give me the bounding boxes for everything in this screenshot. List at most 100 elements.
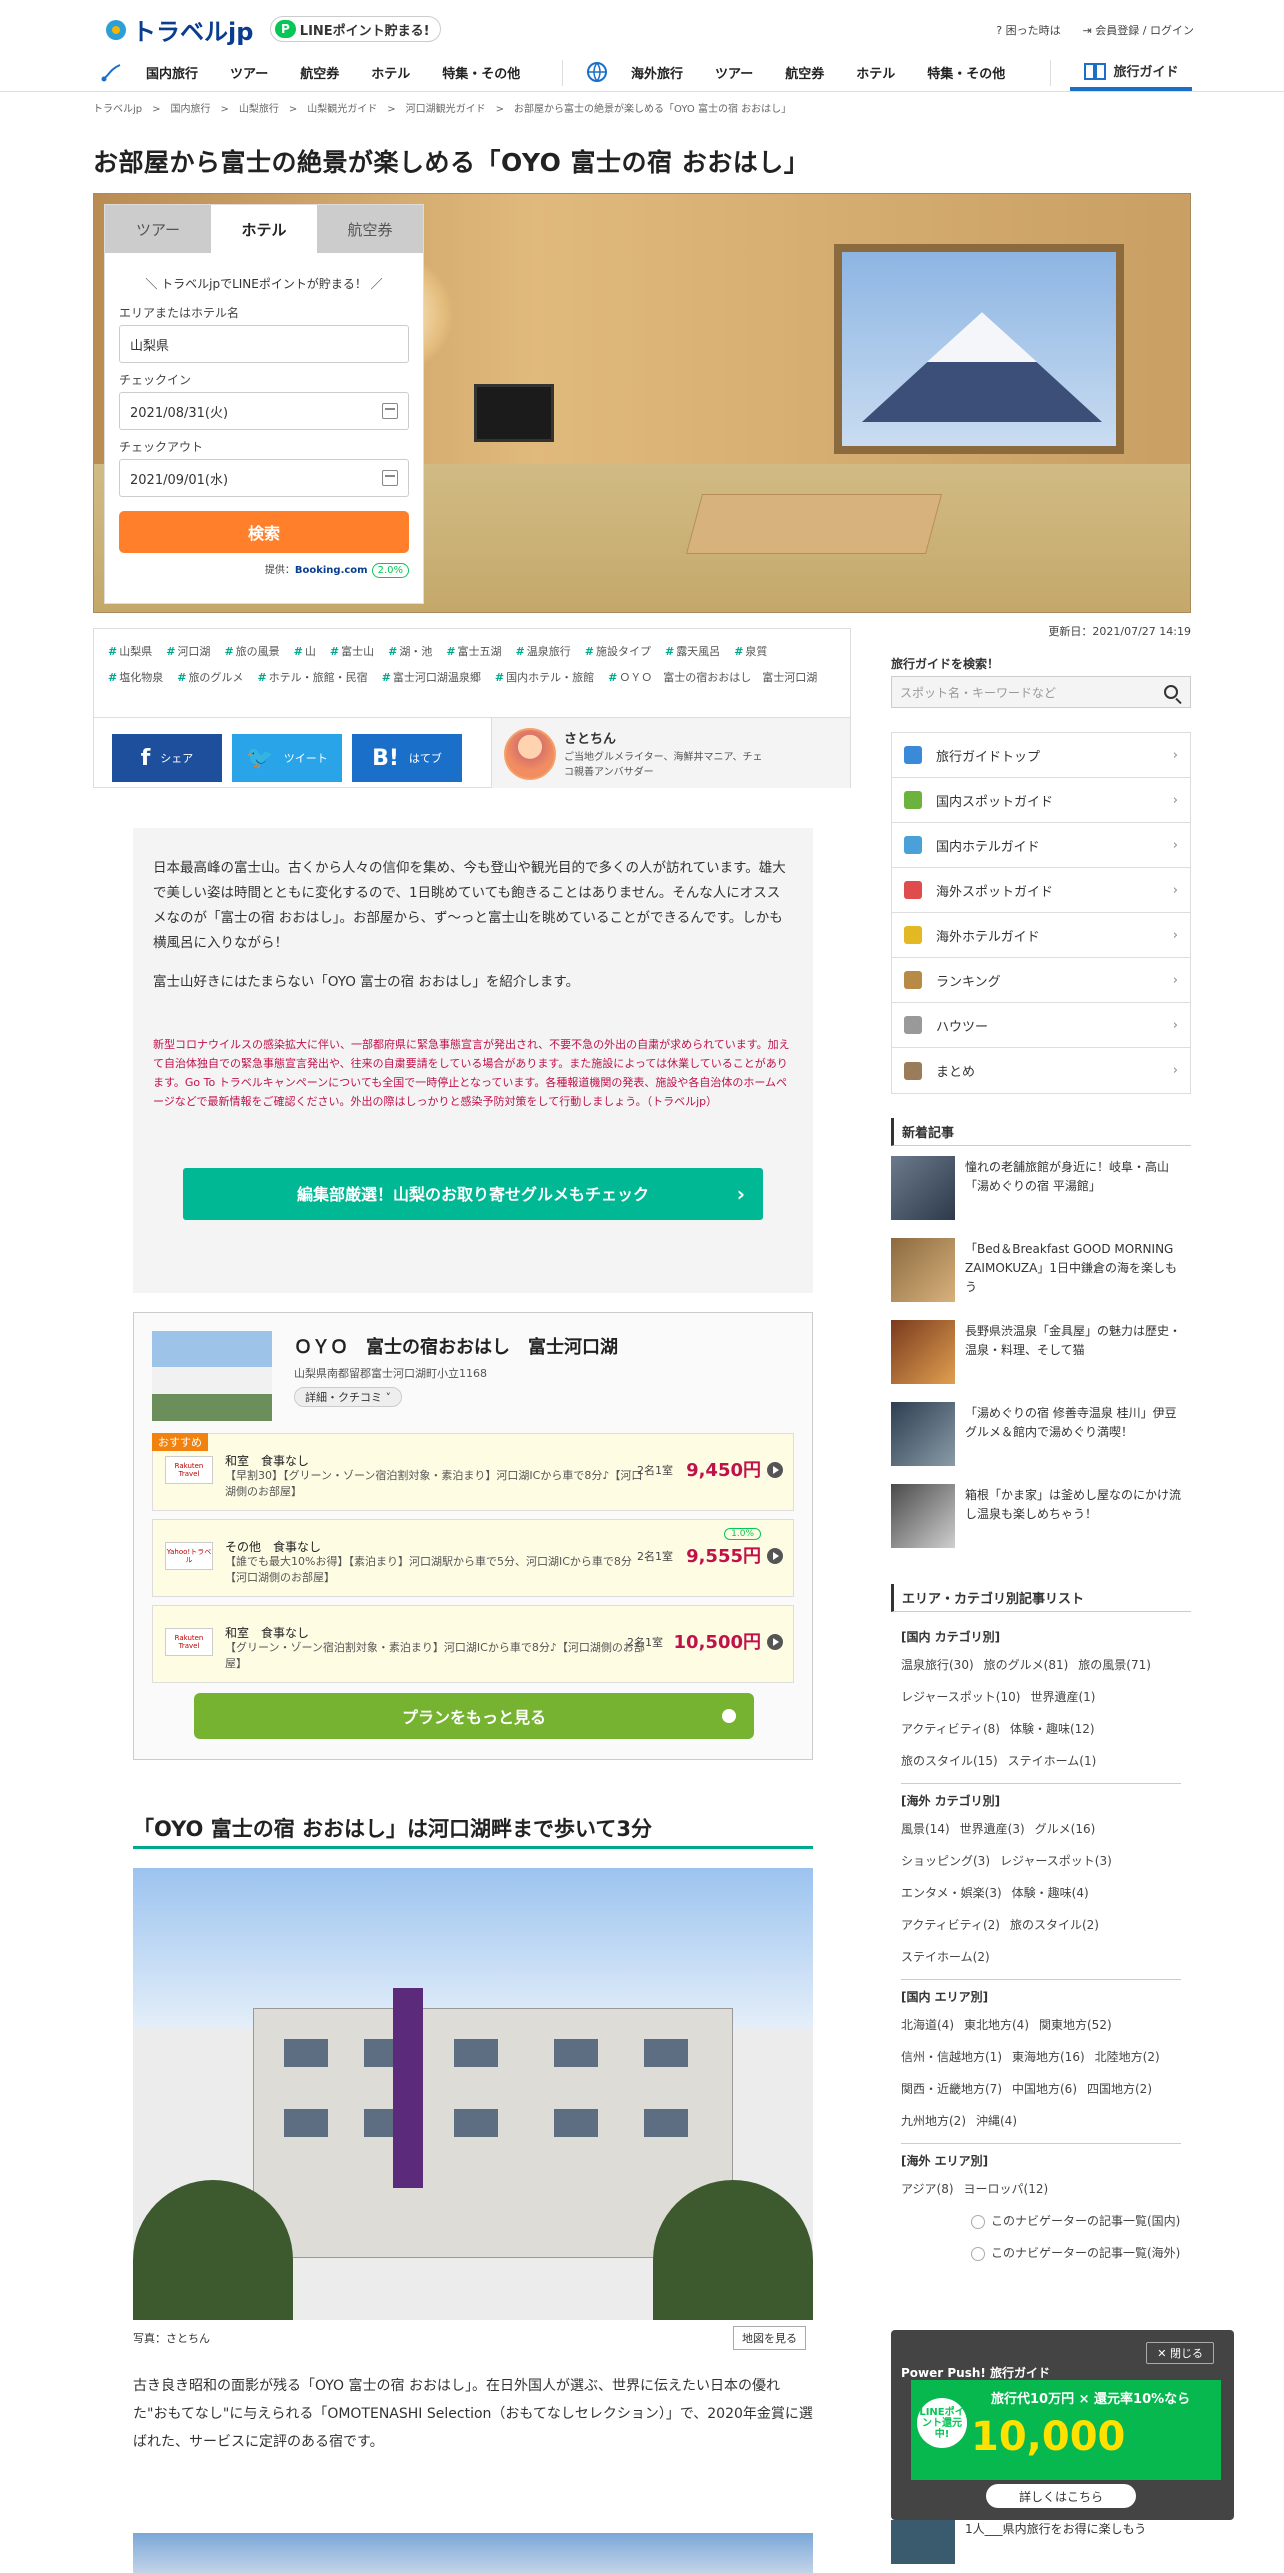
nav-domestic-hotel[interactable]: ホテル bbox=[355, 63, 426, 82]
nav-overseas-travel[interactable]: 海外旅行 bbox=[615, 63, 699, 82]
close-button[interactable]: ✕ 閉じる bbox=[1146, 2342, 1214, 2364]
category-link[interactable]: グルメ(16) bbox=[1035, 1822, 1096, 1836]
sidebar-item-howto[interactable]: ハウツー bbox=[892, 1003, 1190, 1048]
tag-link[interactable]: 河口湖 bbox=[166, 645, 210, 658]
tag-link[interactable]: 塩化物泉 bbox=[108, 671, 163, 684]
sidebar-item-summary[interactable]: まとめ bbox=[892, 1048, 1190, 1093]
hotel-thumbnail[interactable] bbox=[152, 1331, 272, 1421]
nav-domestic-tour[interactable]: ツアー bbox=[214, 63, 284, 82]
list-item[interactable]: 長野県渋温泉「金具屋」の魅力は歴史・温泉・料理、そして猫 bbox=[891, 1320, 1191, 1402]
tag-link[interactable]: 旅のグルメ bbox=[177, 671, 243, 684]
nav-domestic-travel[interactable]: 国内旅行 bbox=[130, 63, 214, 82]
tag-link[interactable]: 富士山 bbox=[330, 645, 374, 658]
tag-link[interactable]: 湖・池 bbox=[388, 645, 432, 658]
facebook-share-button[interactable]: f シェア bbox=[112, 734, 222, 782]
category-link[interactable]: 旅の風景(71) bbox=[1078, 1658, 1151, 1672]
hatena-bookmark-button[interactable]: B! はてブ bbox=[352, 734, 462, 782]
plan-row[interactable]: おすすめ Rakuten Travel 和室 食事なし 【早割30】【グリーン・… bbox=[152, 1433, 794, 1511]
help-link[interactable]: ? 困った時は bbox=[996, 22, 1060, 38]
nav-overseas-feature[interactable]: 特集・その他 bbox=[911, 63, 1021, 82]
tag-link[interactable]: 泉質 bbox=[734, 645, 767, 658]
category-link[interactable]: 東海地方(16) bbox=[1012, 2050, 1085, 2064]
area-input[interactable]: 山梨県 bbox=[119, 325, 409, 363]
tag-link[interactable]: 富士河口湖温泉郷 bbox=[382, 671, 481, 684]
nav-overseas-tour[interactable]: ツアー bbox=[699, 63, 769, 82]
hotel-name[interactable]: ＯＹＯ 富士の宿おおはし 富士河口湖 bbox=[294, 1333, 618, 1359]
category-link[interactable]: 旅のスタイル(15) bbox=[901, 1754, 998, 1768]
tab-hotel[interactable]: ホテル bbox=[211, 205, 317, 253]
login-link[interactable]: ⇥ 会員登録 / ログイン bbox=[1083, 22, 1194, 38]
twitter-share-button[interactable]: 🐦 ツイート bbox=[232, 734, 342, 782]
tag-link[interactable]: 温泉旅行 bbox=[516, 645, 571, 658]
tag-link[interactable]: 露天風呂 bbox=[665, 645, 720, 658]
tag-link[interactable]: ＯＹＯ 富士の宿おおはし 富士河口湖 bbox=[608, 671, 817, 684]
map-button[interactable]: 地図を見る bbox=[733, 2326, 806, 2350]
navigator-domestic-link[interactable]: このナビゲーターの記事一覧(国内) bbox=[971, 2205, 1191, 2237]
sidebar-item-domestic-hotel[interactable]: 国内ホテルガイド bbox=[892, 823, 1190, 868]
gourmet-check-button[interactable]: 編集部厳選！山梨のお取り寄せグルメもチェック bbox=[183, 1168, 763, 1220]
category-link[interactable]: 風景(14) bbox=[901, 1822, 950, 1836]
navigator-overseas-link[interactable]: このナビゲーターの記事一覧(海外) bbox=[971, 2237, 1191, 2269]
sidebar-item-overseas-hotel[interactable]: 海外ホテルガイド bbox=[892, 913, 1190, 958]
category-link[interactable]: 旅のスタイル(2) bbox=[1010, 1918, 1099, 1932]
tag-link[interactable]: 山 bbox=[294, 645, 316, 658]
popup-more-button[interactable]: 詳しくはこちら bbox=[986, 2484, 1136, 2508]
category-link[interactable]: 北陸地方(2) bbox=[1095, 2050, 1160, 2064]
category-link[interactable]: レジャースポット(10) bbox=[901, 1690, 1020, 1704]
category-link[interactable]: 体験・趣味(4) bbox=[1012, 1886, 1089, 1900]
list-item[interactable]: 箱根「かま家」は釜めし屋なのにかけ流し温泉も楽しめちゃう！ bbox=[891, 1484, 1191, 1566]
category-link[interactable]: ステイホーム(2) bbox=[901, 1950, 990, 1964]
tag-link[interactable]: 旅の風景 bbox=[224, 645, 279, 658]
category-link[interactable]: 信州・信越地方(1) bbox=[901, 2050, 1002, 2064]
checkin-input[interactable]: 2021/08/31(火) bbox=[119, 392, 409, 430]
sidebar-item-domestic-spot[interactable]: 国内スポットガイド bbox=[892, 778, 1190, 823]
category-link[interactable]: 温泉旅行(30) bbox=[901, 1658, 974, 1672]
author-box[interactable]: さとちん ご当地グルメライター、海鮮丼マニア、チェコ親善アンバサダー bbox=[491, 718, 850, 788]
hotel-reviews-button[interactable]: 詳細・クチコミ ˅ bbox=[294, 1387, 402, 1407]
category-link[interactable]: エンタメ・娯楽(3) bbox=[901, 1886, 1002, 1900]
list-item[interactable]: 憧れの老舗旅館が身近に！岐阜・高山「湯めぐりの宿 平湯館」 bbox=[891, 1156, 1191, 1238]
nav-travel-guide[interactable]: 旅行ガイド bbox=[1070, 54, 1192, 91]
tag-link[interactable]: 富士五湖 bbox=[446, 645, 501, 658]
category-link[interactable]: アジア(8) bbox=[901, 2182, 954, 2196]
category-link[interactable]: 関東地方(52) bbox=[1039, 2018, 1112, 2032]
search-button[interactable]: 検索 bbox=[119, 511, 409, 553]
category-link[interactable]: 沖縄(4) bbox=[976, 2114, 1017, 2128]
sidebar-item-overseas-spot[interactable]: 海外スポットガイド bbox=[892, 868, 1190, 913]
category-link[interactable]: 世界遺産(3) bbox=[960, 1822, 1025, 1836]
tag-link[interactable]: 山梨県 bbox=[108, 645, 152, 658]
list-item[interactable]: 「湯めぐりの宿 修善寺温泉 桂川」伊豆グルメ＆館内で湯めぐり満喫！ bbox=[891, 1402, 1191, 1484]
line-point-ad[interactable]: LINEポイント還元中! 旅行代10万円 × 還元率10%なら 10,000 bbox=[911, 2380, 1221, 2480]
tab-air[interactable]: 航空券 bbox=[317, 205, 423, 253]
plan-row[interactable]: Rakuten Travel 和室 食事なし 【グリーン・ゾーン宿泊割対象・素泊… bbox=[152, 1605, 794, 1683]
sidebar-item-guide-top[interactable]: 旅行ガイドトップ bbox=[892, 733, 1190, 778]
category-link[interactable]: 北海道(4) bbox=[901, 2018, 954, 2032]
category-link[interactable]: 東北地方(4) bbox=[964, 2018, 1029, 2032]
author-name[interactable]: さとちん bbox=[564, 728, 616, 747]
category-link[interactable]: アクティビティ(8) bbox=[901, 1722, 1000, 1736]
tab-tour[interactable]: ツアー bbox=[105, 205, 211, 253]
list-item[interactable]: 「Bed＆Breakfast GOOD MORNING ZAIMOKUZA」1日… bbox=[891, 1238, 1191, 1320]
checkout-input[interactable]: 2021/09/01(水) bbox=[119, 459, 409, 497]
category-link[interactable]: 中国地方(6) bbox=[1012, 2082, 1077, 2096]
plan-row[interactable]: Yahoo!トラベル その他 食事なし 【誰でも最大10%お得】【素泊まり】河口… bbox=[152, 1519, 794, 1597]
more-plans-button[interactable]: プランをもっと見る bbox=[194, 1693, 754, 1739]
guide-search-input[interactable]: スポット名・キーワードなど bbox=[891, 676, 1191, 708]
category-link[interactable]: 関西・近畿地方(7) bbox=[901, 2082, 1002, 2096]
breadcrumb[interactable]: トラベルjp > 国内旅行 > 山梨旅行 > 山梨観光ガイド > 河口湖観光ガイ… bbox=[93, 100, 791, 115]
category-link[interactable]: 四国地方(2) bbox=[1087, 2082, 1152, 2096]
tag-link[interactable]: 国内ホテル・旅館 bbox=[495, 671, 594, 684]
category-link[interactable]: 旅のグルメ(81) bbox=[984, 1658, 1069, 1672]
category-link[interactable]: アクティビティ(2) bbox=[901, 1918, 1000, 1932]
tag-link[interactable]: 施設タイプ bbox=[585, 645, 651, 658]
avatar[interactable] bbox=[504, 728, 556, 780]
nav-overseas-hotel[interactable]: ホテル bbox=[840, 63, 911, 82]
search-icon[interactable] bbox=[1164, 685, 1178, 699]
line-point-badge[interactable]: P LINEポイント貯まる! bbox=[270, 16, 441, 42]
site-logo[interactable]: トラベルjp bbox=[106, 12, 253, 47]
category-link[interactable]: レジャースポット(3) bbox=[1000, 1854, 1112, 1868]
sidebar-item-ranking[interactable]: ランキング bbox=[892, 958, 1190, 1003]
list-item[interactable]: 1人___県内旅行をお得に楽しもう bbox=[891, 2520, 1191, 2568]
nav-overseas-air[interactable]: 航空券 bbox=[769, 63, 840, 82]
category-link[interactable]: ステイホーム(1) bbox=[1008, 1754, 1097, 1768]
